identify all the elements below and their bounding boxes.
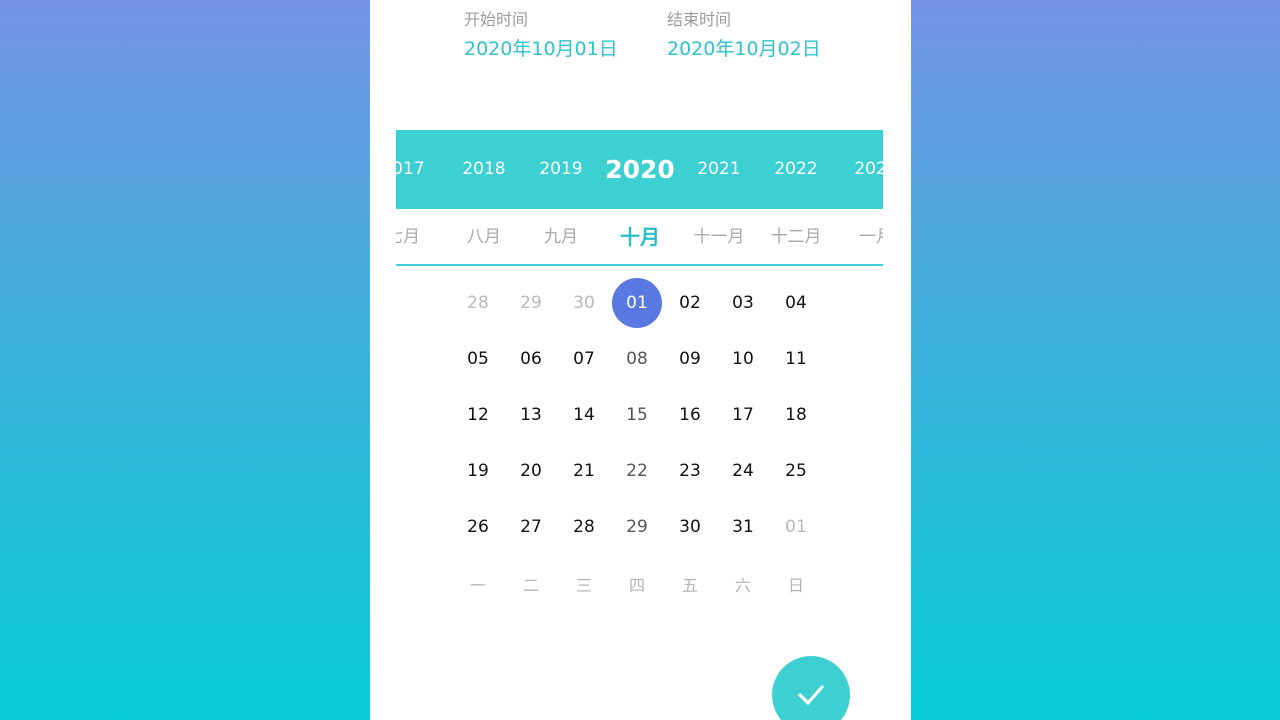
month-option[interactable]: 九月	[516, 210, 606, 264]
day-cell[interactable]: 29	[612, 502, 662, 552]
year-option[interactable]: 2023	[831, 130, 883, 209]
weekday-label: 一	[469, 576, 486, 595]
day-cell[interactable]: 03	[718, 278, 768, 328]
day-cell[interactable]: 25	[771, 446, 821, 496]
day-cell[interactable]: 14	[559, 390, 609, 440]
day-cell[interactable]: 27	[506, 502, 556, 552]
day-cell[interactable]: 09	[665, 334, 715, 384]
day-cell[interactable]: 23	[665, 446, 715, 496]
confirm-button[interactable]	[772, 656, 850, 720]
day-cell[interactable]: 13	[506, 390, 556, 440]
day-cell[interactable]: 28	[453, 278, 503, 328]
day-cell[interactable]: 19	[453, 446, 503, 496]
day-cell[interactable]: 12	[453, 390, 503, 440]
start-time-label: 开始时间	[464, 10, 529, 29]
day-cell[interactable]: 26	[453, 502, 503, 552]
day-cell[interactable]: 15	[612, 390, 662, 440]
day-cell[interactable]: 17	[718, 390, 768, 440]
weekday-label: 五	[681, 576, 698, 595]
year-option[interactable]: 2020	[595, 130, 685, 209]
month-option[interactable]: 十二月	[751, 210, 841, 264]
weekday-label: 六	[734, 576, 751, 595]
day-cell[interactable]: 30	[559, 278, 609, 328]
day-cell[interactable]: 21	[559, 446, 609, 496]
month-option[interactable]: 十月	[595, 210, 685, 264]
year-option[interactable]: 2019	[516, 130, 606, 209]
day-cell[interactable]: 10	[718, 334, 768, 384]
day-cell[interactable]: 31	[718, 502, 768, 552]
weekday-label: 四	[628, 576, 645, 595]
day-cell[interactable]: 07	[559, 334, 609, 384]
end-time-value[interactable]: 2020年10月02日	[667, 34, 821, 64]
day-cell[interactable]: 01	[771, 502, 821, 552]
start-time[interactable]: 开始时间 2020年10月01日	[464, 8, 618, 64]
weekday-label: 三	[575, 576, 592, 595]
month-selector[interactable]: 七月八月九月十月十一月十二月一月	[396, 210, 883, 266]
year-selector[interactable]: 2017201820192020202120222023	[396, 130, 883, 209]
day-cell[interactable]: 29	[506, 278, 556, 328]
day-cell[interactable]: 20	[506, 446, 556, 496]
day-cell[interactable]: 08	[612, 334, 662, 384]
weekday-label: 日	[787, 576, 804, 595]
check-icon	[798, 685, 824, 705]
day-cell[interactable]: 05	[453, 334, 503, 384]
day-cell[interactable]: 11	[771, 334, 821, 384]
weekday-label: 二	[522, 576, 539, 595]
day-cell[interactable]: 04	[771, 278, 821, 328]
day-cell[interactable]: 30	[665, 502, 715, 552]
day-cell[interactable]: 02	[665, 278, 715, 328]
day-cell[interactable]: 28	[559, 502, 609, 552]
day-cell[interactable]: 01	[612, 278, 662, 328]
day-cell[interactable]: 24	[718, 446, 768, 496]
month-option[interactable]: 一月	[831, 210, 883, 264]
start-time-value[interactable]: 2020年10月01日	[464, 34, 618, 64]
day-cell[interactable]: 06	[506, 334, 556, 384]
day-cell[interactable]: 22	[612, 446, 662, 496]
end-time[interactable]: 结束时间 2020年10月02日	[667, 8, 821, 64]
date-range-picker: 开始时间 2020年10月01日 结束时间 2020年10月02日 201720…	[370, 0, 911, 720]
year-option[interactable]: 2022	[751, 130, 841, 209]
day-cell[interactable]: 18	[771, 390, 821, 440]
day-cell[interactable]: 16	[665, 390, 715, 440]
end-time-label: 结束时间	[667, 10, 732, 29]
